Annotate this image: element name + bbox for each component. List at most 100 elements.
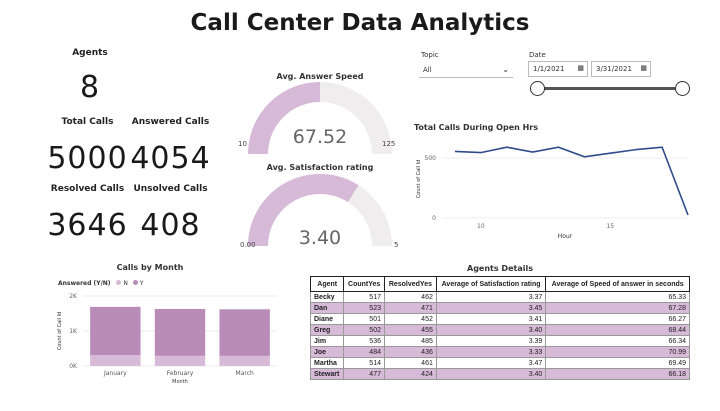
table-row: Greg 502 455 3.40 68.44 bbox=[309, 324, 690, 336]
end-date-input[interactable]: 3/31/2021 ▦ bbox=[591, 61, 651, 77]
bar-segment-y bbox=[90, 306, 141, 356]
table-row: Becky 517 462 3.37 65.33 bbox=[309, 291, 690, 303]
topic-value: All bbox=[423, 66, 432, 74]
answer-speed-value: 67.52 bbox=[293, 126, 347, 148]
table-cell: Dan bbox=[309, 302, 345, 314]
table-cell: Jim bbox=[309, 335, 345, 347]
column-header[interactable]: Average of Speed of answer in seconds bbox=[545, 276, 690, 292]
chevron-down-icon: ⌄ bbox=[502, 65, 509, 74]
table-cell: 424 bbox=[383, 368, 437, 380]
table-cell: 3.45 bbox=[435, 302, 547, 314]
table-cell: 68.44 bbox=[545, 324, 690, 336]
line-y-tick: 0 bbox=[432, 215, 436, 222]
start-date-input[interactable]: 1/1/2021 ▦ bbox=[528, 61, 588, 77]
topic-dropdown[interactable]: All ⌄ bbox=[419, 63, 513, 78]
bar-segment-n bbox=[219, 355, 270, 366]
table-cell: 3.39 bbox=[435, 335, 547, 347]
table-cell: 69.49 bbox=[545, 357, 690, 369]
table-cell: 452 bbox=[383, 313, 437, 325]
satisfaction-gauge: 3.40 bbox=[248, 174, 392, 247]
table-cell: 462 bbox=[383, 291, 437, 303]
column-header[interactable]: CountYes bbox=[343, 276, 385, 292]
table-cell: 461 bbox=[383, 357, 437, 369]
answer-speed-max: 125 bbox=[382, 140, 396, 148]
date-range-track bbox=[537, 87, 681, 90]
line-x-label: Hour bbox=[558, 233, 573, 240]
agents-value: 8 bbox=[79, 70, 101, 105]
table-cell: 3.37 bbox=[435, 291, 547, 303]
table-row: Jim 536 485 3.39 66.34 bbox=[309, 335, 690, 347]
table-row: Dan 523 471 3.45 67.28 bbox=[309, 302, 690, 314]
table-cell: 3.33 bbox=[435, 346, 547, 358]
total-calls-label: Total Calls bbox=[61, 117, 114, 127]
topic-label: Topic bbox=[421, 51, 439, 59]
satisfaction-min: 0.00 bbox=[240, 241, 256, 249]
table-cell: Martha bbox=[309, 357, 345, 369]
start-date-value: 1/1/2021 bbox=[533, 65, 565, 73]
date-range-end-handle[interactable] bbox=[675, 81, 690, 96]
bar-segment-y bbox=[219, 309, 270, 356]
table-cell: 502 bbox=[343, 324, 385, 336]
end-date-value: 3/31/2021 bbox=[596, 65, 632, 73]
bar-y-tick: 0K bbox=[69, 363, 78, 370]
answer-speed-min: 10 bbox=[238, 140, 247, 148]
table-cell: 477 bbox=[343, 368, 385, 380]
legend-swatch-n bbox=[116, 280, 122, 285]
bar-segment-y bbox=[154, 308, 206, 356]
details-title: Agents Details bbox=[467, 264, 533, 273]
answer-speed-gauge: 67.52 bbox=[248, 82, 392, 155]
bar-y-label: Count of Call Id bbox=[57, 312, 63, 350]
resolved-calls-label: Resolved Calls bbox=[50, 184, 125, 194]
bar-segment-n bbox=[154, 355, 206, 366]
line-y-label: Count of Call Id bbox=[416, 160, 422, 198]
table-cell: 514 bbox=[343, 357, 385, 369]
table-cell: Becky bbox=[309, 291, 345, 303]
bar-chart-title: Calls by Month bbox=[116, 263, 184, 272]
line-x-tick: 15 bbox=[606, 223, 614, 230]
satisfaction-value: 3.40 bbox=[299, 227, 341, 247]
unsolved-calls-value: 408 bbox=[140, 208, 201, 243]
line-chart: 0 500 10 15 Hour Count of Call Id bbox=[416, 146, 689, 240]
bar-x-tick: March bbox=[236, 370, 254, 377]
bar-y-tick: 1K bbox=[69, 328, 78, 335]
table-cell: 67.28 bbox=[545, 302, 690, 314]
column-header[interactable]: ResolvedYes bbox=[383, 276, 437, 292]
table-cell: 536 bbox=[343, 335, 385, 347]
table-row: Martha 514 461 3.47 69.49 bbox=[309, 357, 690, 369]
table-cell: 436 bbox=[383, 346, 437, 358]
table-cell: 523 bbox=[343, 302, 385, 314]
table-cell: 517 bbox=[343, 291, 385, 303]
total-calls-value: 5000 bbox=[47, 141, 128, 176]
unsolved-calls-label: Unsolved Calls bbox=[133, 184, 208, 194]
table-cell: 3.47 bbox=[435, 357, 547, 369]
calendar-icon: ▦ bbox=[640, 64, 647, 72]
legend-title: Answered (Y/N) bbox=[58, 280, 111, 287]
column-header[interactable]: Agent bbox=[309, 276, 345, 292]
table-row: Diane 501 452 3.41 66.27 bbox=[309, 313, 690, 325]
line-series bbox=[454, 146, 689, 216]
legend-label-n: N bbox=[123, 280, 128, 287]
satisfaction-title: Avg. Satisfaction rating bbox=[266, 163, 374, 172]
legend-swatch-y bbox=[132, 280, 138, 285]
satisfaction-max: 5 bbox=[394, 241, 399, 249]
resolved-calls-value: 3646 bbox=[47, 208, 128, 243]
date-label: Date bbox=[529, 51, 546, 59]
table-cell: 66.34 bbox=[545, 335, 690, 347]
column-header[interactable]: Average of Satisfaction rating bbox=[435, 276, 547, 292]
answered-calls-label: Answered Calls bbox=[131, 117, 210, 127]
table-row: Joe 484 436 3.33 70.99 bbox=[309, 346, 690, 358]
table-cell: Diane bbox=[309, 313, 345, 325]
table-cell: 65.33 bbox=[545, 291, 690, 303]
table-cell: 3.40 bbox=[435, 324, 547, 336]
table-cell: 501 bbox=[343, 313, 385, 325]
answered-calls-value: 4054 bbox=[130, 141, 211, 176]
agents-details-table: Agent CountYes ResolvedYes Average of Satis… bbox=[309, 276, 690, 380]
line-x-tick: 10 bbox=[477, 223, 485, 230]
table-cell: Joe bbox=[309, 346, 345, 358]
bar-x-tick: January bbox=[103, 370, 127, 377]
line-y-tick: 500 bbox=[425, 155, 437, 162]
table-cell: 484 bbox=[343, 346, 385, 358]
bar-y-tick: 2K bbox=[69, 293, 78, 300]
date-range-start-handle[interactable] bbox=[530, 81, 545, 96]
table-cell: 485 bbox=[383, 335, 437, 347]
